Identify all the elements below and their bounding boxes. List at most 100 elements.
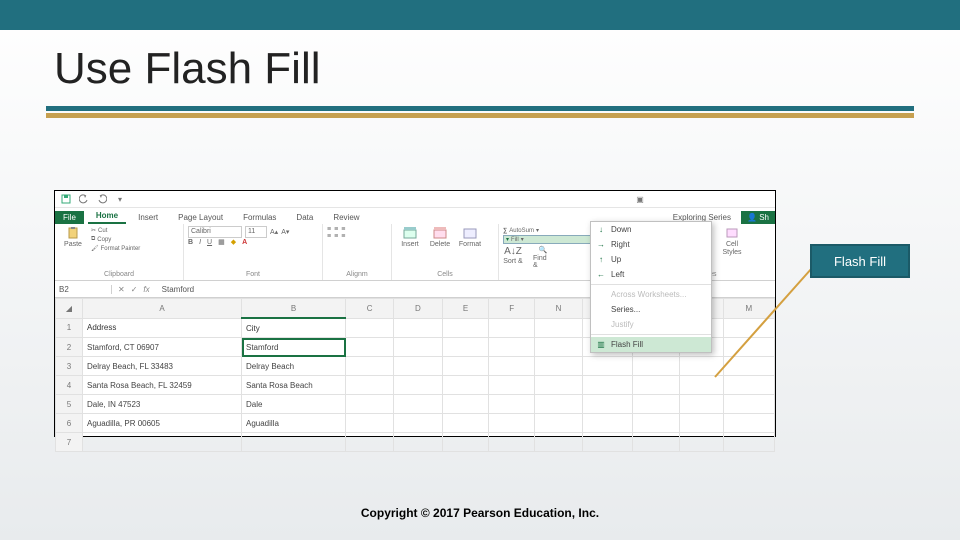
row-3-num[interactable]: 3 xyxy=(56,357,83,376)
fill-left-label: Left xyxy=(611,270,624,279)
undo-icon[interactable] xyxy=(79,194,89,204)
col-E[interactable]: E xyxy=(442,299,489,319)
col-M[interactable]: M xyxy=(723,299,774,319)
find-select-button[interactable]: 🔍Find & xyxy=(533,246,553,269)
row-5[interactable]: 5Dale, IN 47523Dale xyxy=(56,395,775,414)
cancel-icon[interactable]: ✕ xyxy=(118,285,125,294)
autosum-label: AutoSum xyxy=(509,228,534,234)
cell-A6[interactable]: Aguadilla, PR 00605 xyxy=(83,414,242,433)
align-right-icon[interactable]: ≡ xyxy=(341,233,345,240)
tab-formulas[interactable]: Formulas xyxy=(235,211,284,224)
ribbon-display-options-icon[interactable]: ▣ xyxy=(635,194,645,204)
tab-data[interactable]: Data xyxy=(288,211,321,224)
tab-home[interactable]: Home xyxy=(88,209,126,224)
fill-left-item[interactable]: ←Left xyxy=(591,267,711,282)
font-color-icon[interactable]: A xyxy=(242,239,247,246)
shrink-font-icon[interactable]: A▾ xyxy=(281,228,289,236)
cell-B5[interactable]: Dale xyxy=(242,395,346,414)
cell-B4[interactable]: Santa Rosa Beach xyxy=(242,376,346,395)
row-2-num[interactable]: 2 xyxy=(56,338,83,357)
font-size-select[interactable]: 11 xyxy=(245,226,267,238)
cell-A3[interactable]: Delray Beach, FL 33483 xyxy=(83,357,242,376)
underline-button[interactable]: U xyxy=(207,239,212,246)
header-address[interactable]: Address xyxy=(83,318,242,338)
cell-A5[interactable]: Dale, IN 47523 xyxy=(83,395,242,414)
fill-right-item[interactable]: →Right xyxy=(591,237,711,252)
insert-cells-button[interactable]: Insert xyxy=(396,226,424,248)
cell-styles-button[interactable]: CellStyles xyxy=(718,226,746,263)
cells-group-label: Cells xyxy=(396,271,494,278)
row-6-num[interactable]: 6 xyxy=(56,414,83,433)
align-left-icon[interactable]: ≡ xyxy=(327,233,331,240)
fill-across-item: Across Worksheets... xyxy=(591,287,711,302)
fill-up-item[interactable]: ↑Up xyxy=(591,252,711,267)
cell-A4[interactable]: Santa Rosa Beach, FL 32459 xyxy=(83,376,242,395)
excel-window: ▾ ▣ File Home Insert Page Layout Formula… xyxy=(54,190,776,437)
cell-B2[interactable]: Stamford xyxy=(242,338,346,357)
row-3[interactable]: 3Delray Beach, FL 33483Delray Beach xyxy=(56,357,775,376)
save-icon[interactable] xyxy=(61,194,71,204)
paste-button[interactable]: Paste xyxy=(59,226,87,253)
format-painter-button[interactable]: 🖌Format Painter xyxy=(91,244,140,253)
formula-input[interactable]: Stamford xyxy=(156,285,194,294)
row-5-num[interactable]: 5 xyxy=(56,395,83,414)
align-center-icon[interactable]: ≡ xyxy=(334,233,338,240)
fill-color-icon[interactable]: ◆ xyxy=(231,238,236,246)
border-icon[interactable]: ▦ xyxy=(218,238,225,246)
header-city[interactable]: City xyxy=(242,318,346,338)
copy-button[interactable]: ⧉Copy xyxy=(91,235,140,244)
tab-insert[interactable]: Insert xyxy=(130,211,166,224)
row-1-num[interactable]: 1 xyxy=(56,318,83,338)
align-bottom-icon[interactable]: ≡ xyxy=(341,226,345,233)
fill-series-item[interactable]: Series... xyxy=(591,302,711,317)
tab-file[interactable]: File xyxy=(55,211,84,224)
cell-A7[interactable] xyxy=(83,433,242,452)
align-top-icon[interactable]: ≡ xyxy=(327,226,331,233)
sort-icon: A↓Z xyxy=(504,246,522,257)
grow-font-icon[interactable]: A▴ xyxy=(270,228,278,236)
font-group-label: Font xyxy=(188,271,318,278)
copyright: Copyright © 2017 Pearson Education, Inc. xyxy=(0,506,960,520)
flash-fill-label: Flash Fill xyxy=(611,340,643,349)
customize-qat-icon[interactable]: ▾ xyxy=(115,194,125,204)
row-7-num[interactable]: 7 xyxy=(56,433,83,452)
col-B[interactable]: B xyxy=(242,299,346,319)
cell-B7[interactable] xyxy=(242,433,346,452)
italic-button[interactable]: I xyxy=(199,239,201,246)
col-D[interactable]: D xyxy=(394,299,442,319)
fill-down-arrow-icon: ▾ xyxy=(506,236,509,243)
row-6[interactable]: 6Aguadilla, PR 00605Aguadilla xyxy=(56,414,775,433)
group-alignment: ≡≡≡ ≡≡≡ Alignm xyxy=(323,224,392,280)
cell-A2[interactable]: Stamford, CT 06907 xyxy=(83,338,242,357)
font-name-select[interactable]: Calibri xyxy=(188,226,242,238)
top-band xyxy=(0,0,960,30)
col-N[interactable]: N xyxy=(534,299,582,319)
align-middle-icon[interactable]: ≡ xyxy=(334,226,338,233)
row-4-num[interactable]: 4 xyxy=(56,376,83,395)
cut-button[interactable]: ✂Cut xyxy=(91,226,140,235)
row-7[interactable]: 7 xyxy=(56,433,775,452)
scissors-icon: ✂ xyxy=(91,227,96,234)
tab-review[interactable]: Review xyxy=(325,211,367,224)
share-button[interactable]: 👤 Sh xyxy=(741,211,775,224)
fx-icon[interactable]: fx xyxy=(143,285,149,294)
tab-page-layout[interactable]: Page Layout xyxy=(170,211,231,224)
col-C[interactable]: C xyxy=(346,299,394,319)
bold-button[interactable]: B xyxy=(188,239,193,246)
fill-down-item[interactable]: ↓Down xyxy=(591,222,711,237)
delete-cells-icon xyxy=(433,226,447,240)
col-A[interactable]: A xyxy=(83,299,242,319)
col-F[interactable]: F xyxy=(489,299,534,319)
redo-icon[interactable] xyxy=(97,194,107,204)
delete-cells-button[interactable]: Delete xyxy=(426,226,454,248)
cell-B6[interactable]: Aguadilla xyxy=(242,414,346,433)
cell-B3[interactable]: Delray Beach xyxy=(242,357,346,376)
row-4[interactable]: 4Santa Rosa Beach, FL 32459Santa Rosa Be… xyxy=(56,376,775,395)
enter-icon[interactable]: ✓ xyxy=(131,285,138,294)
select-all[interactable]: ◢ xyxy=(56,299,83,319)
name-box[interactable]: B2 xyxy=(55,285,112,294)
sort-filter-button[interactable]: A↓ZSort & xyxy=(503,246,523,269)
group-font: Calibri 11 A▴ A▾ B I U ▦ ◆ A Font xyxy=(184,224,323,280)
format-cells-button[interactable]: Format xyxy=(456,226,484,248)
flash-fill-item[interactable]: ▥Flash Fill xyxy=(591,337,711,352)
